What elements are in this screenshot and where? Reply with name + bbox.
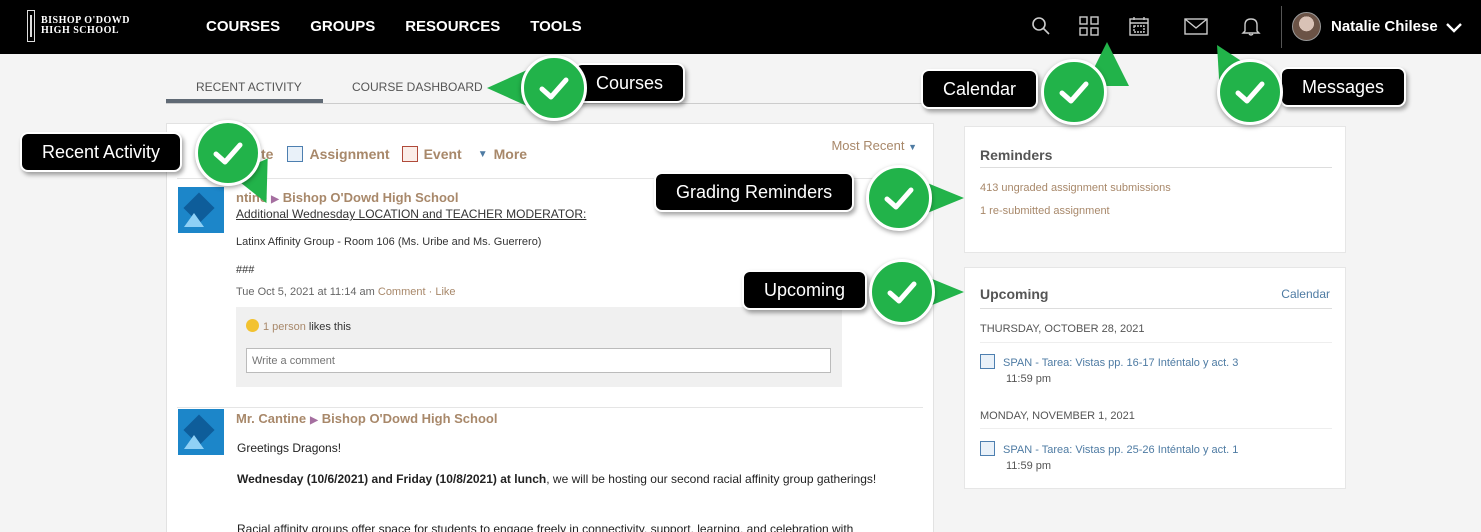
upcoming-card: Upcoming Calendar THURSDAY, OCTOBER 28, … — [964, 267, 1346, 489]
callout-courses: Courses — [574, 63, 686, 103]
checkmark-icon — [869, 259, 935, 325]
reminders-card: Reminders 413 ungraded assignment submis… — [964, 126, 1346, 253]
tab-course-dashboard[interactable]: COURSE DASHBOARD — [352, 80, 483, 94]
callout-messages: Messages — [1280, 67, 1407, 107]
callout-recent-activity: Recent Activity — [20, 132, 183, 172]
topbar-divider — [1281, 6, 1282, 48]
upcoming-title: Upcoming — [980, 286, 1049, 302]
sort-dropdown[interactable]: Most Recent ▼ — [831, 138, 917, 153]
bell-icon[interactable] — [1240, 15, 1262, 37]
avatar[interactable] — [1292, 12, 1321, 41]
group-name[interactable]: Bishop O'Dowd High School — [283, 190, 459, 205]
post-options: te Assignment Event ▼ More — [261, 146, 527, 162]
school-logo[interactable]: BISHOP O'DOWD HIGH SCHOOL — [27, 10, 130, 42]
post-body-line: ### — [236, 264, 255, 276]
apps-grid-icon[interactable] — [1078, 15, 1100, 37]
callout-grading-reminders: Grading Reminders — [654, 172, 855, 212]
callout-calendar: Calendar — [921, 69, 1039, 109]
card-divider — [980, 342, 1332, 343]
event-icon — [401, 146, 418, 162]
reminder-ungraded[interactable]: 413 ungraded assignment submissions — [980, 182, 1171, 194]
author-name[interactable]: Mr. Cantine — [236, 411, 306, 426]
comment-input[interactable] — [246, 348, 831, 373]
nav-groups[interactable]: GROUPS — [310, 18, 375, 35]
likes-suffix: likes this — [308, 321, 352, 333]
post-option-event[interactable]: Event — [424, 146, 462, 162]
search-icon[interactable] — [1030, 15, 1052, 37]
logo-line-2: HIGH SCHOOL — [41, 25, 120, 36]
nav-tools[interactable]: TOOLS — [530, 18, 581, 35]
post-meta: Tue Oct 5, 2021 at 11:14 am Comment · Li… — [236, 286, 456, 298]
post-date: Tue Oct 5, 2021 at 11:14 am — [236, 286, 375, 298]
day-heading: MONDAY, NOVEMBER 1, 2021 — [980, 410, 1135, 422]
top-navigation-bar: BISHOP O'DOWD HIGH SCHOOL COURSES GROUPS… — [0, 0, 1481, 54]
likes-comment-box: 1 person likes this — [236, 307, 842, 387]
upcoming-event[interactable]: SPAN - Tarea: Vistas pp. 16-17 Inténtalo… — [980, 354, 1238, 385]
tab-recent-activity[interactable]: RECENT ACTIVITY — [196, 80, 302, 94]
sort-label: Most Recent — [831, 138, 905, 153]
nav-courses[interactable]: COURSES — [206, 18, 280, 35]
reminders-title: Reminders — [980, 147, 1053, 163]
assignment-icon — [980, 441, 995, 456]
event-time: 11:59 pm — [1006, 373, 1052, 385]
post-body-rest: , we will be hosting our second racial a… — [546, 472, 877, 486]
day-heading: THURSDAY, OCTOBER 28, 2021 — [980, 323, 1145, 335]
post-option-more[interactable]: More — [494, 146, 527, 162]
logo-tower-icon — [27, 10, 35, 42]
post-body: Wednesday (10/6/2021) and Friday (10/8/2… — [237, 471, 887, 488]
card-divider — [980, 308, 1332, 309]
group-avatar[interactable] — [178, 409, 224, 455]
post-body-line: Latinx Affinity Group - Room 106 (Ms. Ur… — [236, 236, 542, 248]
arrow-right-icon: ▶ — [310, 415, 318, 426]
assignment-icon — [287, 146, 304, 162]
checkmark-icon — [1041, 59, 1107, 125]
upcoming-event[interactable]: SPAN - Tarea: Vistas pp. 25-26 Inténtalo… — [980, 441, 1238, 472]
post-body-cut: Racial affinity groups offer space for s… — [237, 522, 854, 532]
active-tab-indicator — [166, 99, 323, 103]
comment-link[interactable]: Comment — [378, 286, 426, 298]
calendar-link[interactable]: Calendar — [1281, 287, 1330, 301]
calendar-icon[interactable] — [1128, 15, 1150, 37]
assignment-icon — [980, 354, 995, 369]
main-nav: COURSES GROUPS RESOURCES TOOLS — [206, 18, 582, 35]
feed-divider — [177, 407, 923, 408]
card-divider — [980, 167, 1332, 168]
event-title[interactable]: SPAN - Tarea: Vistas pp. 16-17 Inténtalo… — [1003, 357, 1238, 369]
post-author: Mr. Cantine ▶ Bishop O'Dowd High School — [236, 411, 497, 426]
nav-resources[interactable]: RESOURCES — [405, 18, 500, 35]
post-body-bold: Wednesday (10/6/2021) and Friday (10/8/2… — [237, 472, 547, 486]
checkmark-icon — [866, 165, 932, 231]
checkmark-icon — [1217, 59, 1283, 125]
smiley-icon — [246, 319, 259, 332]
caret-down-icon: ▼ — [908, 142, 917, 152]
likes-count-link[interactable]: 1 person — [263, 321, 306, 333]
checkmark-icon — [521, 55, 587, 121]
post-option-assignment[interactable]: Assignment — [309, 146, 389, 162]
post-title: Additional Wednesday LOCATION and TEACHE… — [236, 207, 587, 221]
card-divider — [980, 428, 1332, 429]
group-name[interactable]: Bishop O'Dowd High School — [322, 411, 498, 426]
post-greeting: Greetings Dragons! — [237, 441, 342, 455]
callout-upcoming: Upcoming — [742, 270, 868, 310]
like-link[interactable]: Like — [435, 286, 455, 298]
caret-down-icon: ▼ — [477, 148, 488, 160]
group-avatar[interactable] — [178, 187, 224, 233]
event-title[interactable]: SPAN - Tarea: Vistas pp. 25-26 Inténtalo… — [1003, 444, 1238, 456]
reminder-resubmitted[interactable]: 1 re-submitted assignment — [980, 205, 1110, 217]
user-name[interactable]: Natalie Chilese — [1331, 18, 1438, 35]
envelope-icon[interactable] — [1183, 15, 1209, 37]
checkmark-icon — [195, 120, 261, 186]
event-time: 11:59 pm — [1006, 460, 1052, 472]
chevron-down-icon[interactable] — [1444, 17, 1464, 37]
